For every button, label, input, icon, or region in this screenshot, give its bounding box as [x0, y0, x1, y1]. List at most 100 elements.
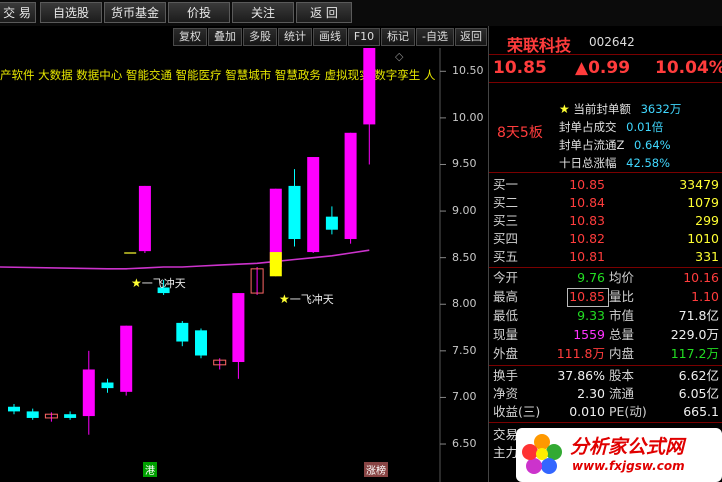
board-item: 封单占成交 0.01倍 [559, 119, 663, 135]
money-fund-button[interactable]: 货币基金 [104, 2, 166, 23]
board-item-value: 0.64% [634, 138, 671, 152]
orderbook-volume: 1010 [687, 231, 719, 246]
fund-label: 收益(三) [493, 404, 541, 419]
f10-button[interactable]: F10 [348, 28, 380, 46]
y-tick-label: 10.50 [452, 64, 484, 78]
limit-up-badge: 涨榜 [364, 462, 388, 477]
board-item-label: 十日总涨幅 [559, 156, 617, 170]
watermark-url: www.fxjgsw.com [572, 459, 685, 473]
quote-row: 现量 1559 总量 229.0万 [489, 326, 722, 344]
back-button[interactable]: 返 回 [296, 2, 352, 23]
y-tick-label: 9.50 [452, 157, 477, 171]
follow-button[interactable]: 关注 [232, 2, 294, 23]
y-tick-label: 9.00 [452, 204, 477, 218]
quote-panel: 荣联科技 002642 10.85 ▲0.99 10.04% 8天5板 ★ 当前… [488, 26, 722, 482]
quote-value: 1559 [573, 327, 605, 342]
y-tick-label: 10.00 [452, 110, 484, 124]
quote-label: 均价 [609, 270, 635, 285]
quote-value: 117.2万 [670, 346, 719, 361]
board-item-value: 0.01倍 [626, 120, 664, 134]
overlay-button[interactable]: 叠加 [208, 28, 242, 46]
chart-back-button[interactable]: 返回 [455, 28, 487, 46]
candle-body [195, 330, 207, 356]
quote-label: 现量 [493, 327, 519, 342]
quote-value: 111.8万 [556, 346, 605, 361]
restore-rights-button[interactable]: 复权 [173, 28, 207, 46]
flower-logo-icon [522, 434, 562, 474]
orderbook-label: 买四 [493, 231, 519, 246]
orderbook-row[interactable]: 买五 10.81 331 [489, 248, 722, 266]
orderbook-label: 买二 [493, 195, 519, 210]
orderbook-price: 10.82 [569, 231, 605, 246]
candle-body [232, 293, 245, 363]
orderbook-row[interactable]: 买四 10.82 1010 [489, 230, 722, 248]
candle-body [64, 414, 77, 418]
star-icon: ★ [279, 292, 290, 306]
quote-label: 总量 [609, 327, 635, 342]
board-item-label: 当前封单额 [573, 102, 631, 116]
quote-label: 量比 [609, 289, 635, 304]
draw-line-button[interactable]: 画线 [313, 28, 347, 46]
multi-stock-button[interactable]: 多股 [243, 28, 277, 46]
watermark: 分析家公式网 www.fxjgsw.com [516, 428, 722, 482]
star-icon: ★ [559, 102, 570, 116]
quote-value: 9.33 [577, 308, 605, 323]
fund-label: 股本 [609, 368, 635, 383]
fund-label: 换手 [493, 368, 519, 383]
candle-body [344, 132, 357, 240]
board-item: 十日总涨幅 42.58% [559, 155, 670, 171]
orderbook-row[interactable]: 买一 10.85 33479 [489, 176, 722, 194]
fund-label: 净资 [493, 386, 519, 401]
remove-watchlist-button[interactable]: -自选 [416, 28, 454, 46]
candle-body [176, 322, 189, 342]
fund-value: 6.62亿 [678, 368, 719, 383]
board-item-value: 3632万 [640, 102, 682, 116]
watermark-title: 分析家公式网 [570, 436, 685, 458]
watchlist-button[interactable]: 自选股 [40, 2, 102, 23]
stock-code: 002642 [589, 35, 635, 49]
quote-label: 市值 [609, 308, 635, 323]
board-item-label: 封单占流通Z [559, 138, 625, 152]
orderbook-price: 10.84 [569, 195, 605, 210]
quote-value: 1.10 [691, 289, 719, 304]
price-change: ▲0.99 [575, 58, 631, 78]
trade-button[interactable]: 交 易 [0, 2, 36, 23]
board-item: ★ 当前封单额 3632万 [559, 101, 681, 117]
quote-label: 内盘 [609, 346, 635, 361]
quote-value: 229.0万 [670, 327, 719, 342]
y-tick-label: 8.50 [452, 250, 477, 264]
board-days: 8天5板 [497, 125, 543, 141]
candle-body [363, 48, 376, 125]
orderbook-label: 买五 [493, 249, 519, 264]
board-item-value: 42.58% [626, 156, 671, 170]
candle-body [26, 411, 39, 418]
y-tick-label: 7.50 [452, 343, 477, 357]
trade-label: 交易 [493, 427, 519, 442]
ma-line [0, 249, 370, 270]
quote-row: 外盘 111.8万 内盘 117.2万 [489, 345, 722, 363]
orderbook-row[interactable]: 买三 10.83 299 [489, 212, 722, 230]
percent-change: 10.04% [655, 58, 722, 78]
orderbook-label: 买一 [493, 177, 519, 192]
fund-value: 6.05亿 [678, 386, 719, 401]
mark-button[interactable]: 标记 [381, 28, 415, 46]
quote-label: 最低 [493, 308, 519, 323]
board-item-label: 封单占成交 [559, 120, 617, 134]
quote-value: 9.76 [577, 270, 605, 285]
fund-row: 净资 2.30 流通 6.05亿 [489, 385, 722, 403]
quote-label: 今开 [493, 270, 519, 285]
value-invest-button[interactable]: 价投 [168, 2, 230, 23]
candle-body [325, 216, 338, 230]
hk-badge: 港 [143, 462, 157, 477]
y-tick-label: 6.50 [452, 437, 477, 451]
candle-body [8, 406, 20, 412]
candle-body [82, 369, 95, 417]
fund-value: 0.010 [569, 404, 605, 419]
star-icon: ★ [131, 276, 142, 290]
orderbook-label: 买三 [493, 213, 519, 228]
top-toolbar: 交 易 自选股 货币基金 价投 关注 返 回 [0, 0, 722, 26]
statistics-button[interactable]: 统计 [278, 28, 312, 46]
orderbook-row[interactable]: 买二 10.84 1079 [489, 194, 722, 212]
kline-chart[interactable] [0, 48, 488, 482]
volume-marker [269, 252, 282, 277]
